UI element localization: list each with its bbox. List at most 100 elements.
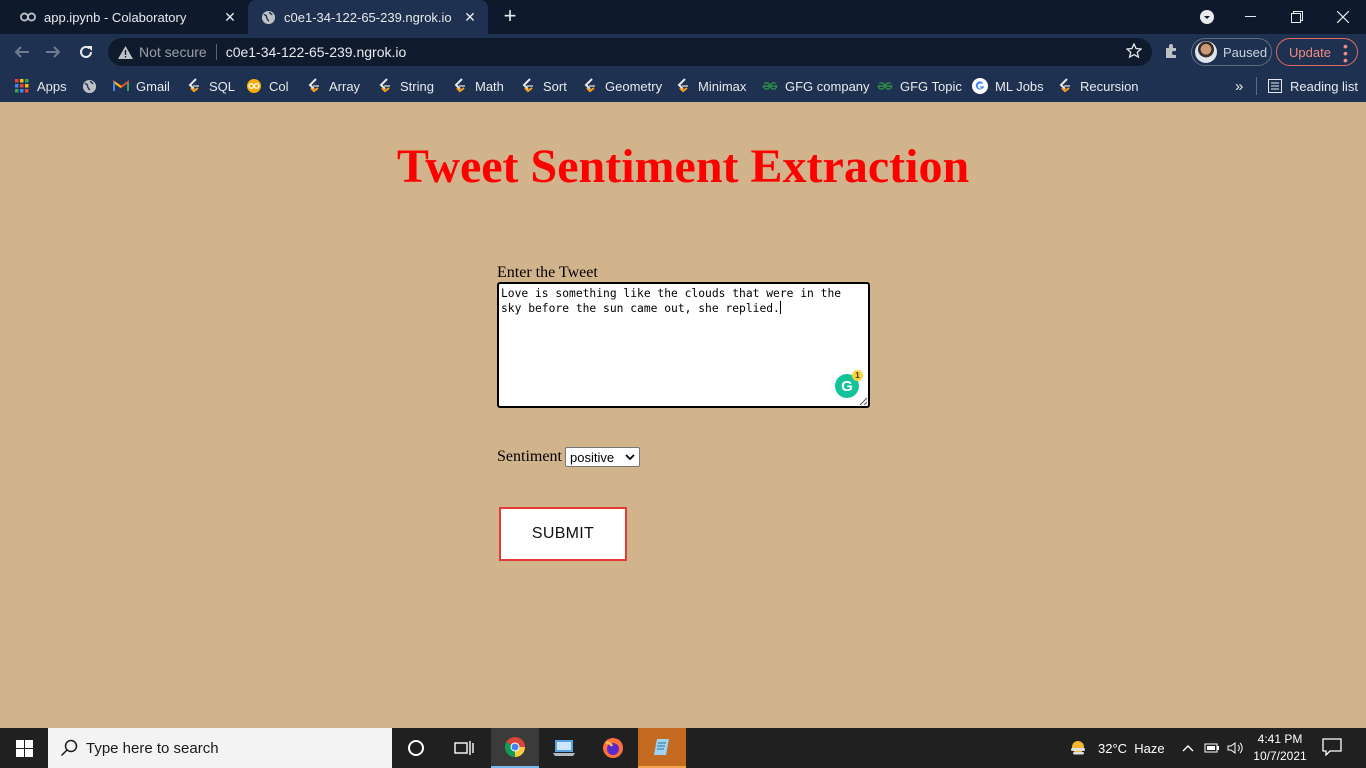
- bookmarks-bar: Apps Gmail SQL Col Array String Math Sor…: [0, 70, 1366, 102]
- bookmark-col[interactable]: Col: [246, 76, 289, 96]
- close-tab-icon[interactable]: ✕: [458, 9, 482, 26]
- bookmark-minimax[interactable]: Minimax: [675, 76, 746, 96]
- bookmark-sql[interactable]: SQL: [186, 76, 235, 96]
- leetcode-icon: [377, 78, 393, 94]
- profile-button[interactable]: Paused: [1191, 38, 1272, 66]
- reading-list-button[interactable]: Reading list: [1267, 76, 1358, 96]
- tray-overflow-icon[interactable]: [1182, 728, 1194, 768]
- cortana-icon[interactable]: [392, 728, 440, 768]
- tweet-textarea[interactable]: Love is something like the clouds that w…: [497, 282, 870, 408]
- grammarly-icon[interactable]: G 1: [835, 370, 863, 398]
- clock-date: 10/7/2021: [1253, 749, 1307, 763]
- grammarly-count-badge: 1: [852, 370, 863, 381]
- leetcode-icon: [582, 78, 598, 94]
- chrome-icon[interactable]: [491, 728, 539, 768]
- globe-icon: [260, 9, 276, 25]
- update-button[interactable]: Update • • •: [1276, 38, 1358, 67]
- reading-list-label: Reading list: [1290, 78, 1358, 94]
- leetcode-icon: [452, 78, 468, 94]
- tab-title: c0e1-34-122-65-239.ngrok.io: [284, 9, 452, 25]
- close-tab-icon[interactable]: ✕: [218, 9, 242, 26]
- profile-status: Paused: [1223, 44, 1268, 60]
- windows-start-icon[interactable]: [0, 728, 48, 768]
- resize-handle-icon[interactable]: [859, 397, 867, 405]
- bookmark-label: Sort: [543, 78, 567, 94]
- bookmark-math[interactable]: Math: [452, 76, 504, 96]
- address-bar[interactable]: Not secure c0e1-34-122-65-239.ngrok.io: [108, 38, 1152, 66]
- taskbar-search-input[interactable]: Type here to search: [48, 728, 392, 768]
- bookmark-globe[interactable]: [81, 76, 104, 96]
- sentiment-label: Sentiment: [497, 448, 562, 465]
- divider: [215, 44, 217, 60]
- bookmark-array[interactable]: Array: [306, 76, 360, 96]
- toolbar: Not secure c0e1-34-122-65-239.ngrok.io P…: [0, 34, 1366, 70]
- notifications-icon[interactable]: [1322, 738, 1342, 760]
- avatar: [1195, 41, 1217, 63]
- bookmark-string[interactable]: String: [377, 76, 434, 96]
- bookmark-star-icon[interactable]: [1125, 42, 1143, 62]
- security-label[interactable]: Not secure: [139, 44, 207, 60]
- leetcode-icon: [306, 78, 322, 94]
- close-window-icon[interactable]: [1320, 0, 1366, 34]
- submit-button[interactable]: SUBMIT: [499, 507, 627, 561]
- page-content: Tweet Sentiment Extraction Enter the Twe…: [0, 102, 1366, 728]
- reload-icon[interactable]: [73, 39, 99, 65]
- tab-ngrok[interactable]: c0e1-34-122-65-239.ngrok.io ✕: [248, 0, 488, 34]
- bookmark-sort[interactable]: Sort: [520, 76, 567, 96]
- warning-icon[interactable]: [118, 45, 133, 59]
- taskbar: Type here to search 32°C Haze 4:41 PM 10…: [0, 728, 1366, 768]
- bookmark-apps[interactable]: Apps: [14, 76, 67, 96]
- notepad-icon[interactable]: [638, 728, 686, 768]
- weather-text: 32°C Haze: [1098, 740, 1165, 756]
- volume-icon[interactable]: [1227, 728, 1245, 768]
- tab-colab[interactable]: app.ipynb - Colaboratory ✕: [0, 0, 248, 34]
- battery-icon[interactable]: [1204, 728, 1220, 768]
- bookmark-label: GFG Topic: [900, 78, 962, 94]
- divider: [1256, 77, 1257, 95]
- task-view-icon[interactable]: [440, 728, 488, 768]
- bookmark-label: SQL: [209, 78, 236, 94]
- sentiment-selected-value: positive: [570, 449, 615, 465]
- bookmark-label: Minimax: [698, 78, 747, 94]
- reading-list-icon: [1267, 78, 1283, 94]
- extensions-icon[interactable]: [1163, 42, 1181, 65]
- leetcode-icon: [520, 78, 536, 94]
- url-text[interactable]: c0e1-34-122-65-239.ngrok.io: [226, 44, 407, 60]
- new-tab-button[interactable]: +: [498, 5, 522, 29]
- bookmarks-overflow-button[interactable]: »: [1235, 76, 1243, 96]
- menu-icon[interactable]: • • •: [1343, 39, 1348, 67]
- page-title: Tweet Sentiment Extraction: [396, 140, 970, 193]
- apps-grid-icon: [14, 78, 30, 94]
- search-placeholder: Type here to search: [86, 739, 219, 757]
- tweet-label: Enter the Tweet: [497, 264, 598, 281]
- bookmark-recursion[interactable]: Recursion: [1057, 76, 1139, 96]
- bookmark-label: Recursion: [1080, 78, 1139, 94]
- bookmark-label: Geometry: [605, 78, 663, 94]
- clock-time: 4:41 PM: [1257, 732, 1303, 746]
- weather-widget[interactable]: 32°C Haze: [1068, 728, 1165, 768]
- back-icon[interactable]: [9, 39, 35, 65]
- file-manager-icon[interactable]: [540, 728, 588, 768]
- minimize-icon[interactable]: [1228, 0, 1274, 34]
- leetcode-icon: [675, 78, 691, 94]
- firefox-icon[interactable]: [589, 728, 637, 768]
- tab-search-icon[interactable]: [1196, 0, 1218, 34]
- tab-title: app.ipynb - Colaboratory: [44, 9, 187, 25]
- weather-icon: [1071, 741, 1085, 755]
- forward-icon[interactable]: [40, 39, 66, 65]
- tweet-text: Love is something like the clouds that w…: [501, 287, 842, 315]
- system-clock[interactable]: 4:41 PM 10/7/2021: [1250, 731, 1310, 765]
- bookmark-gmail[interactable]: Gmail: [113, 76, 170, 96]
- bookmark-gfg-topic[interactable]: GFG Topic: [877, 76, 962, 96]
- colab-icon: [246, 78, 262, 94]
- bookmark-ml-jobs[interactable]: ML Jobs: [972, 76, 1044, 96]
- sentiment-select[interactable]: positive: [565, 447, 640, 467]
- bookmark-label: Col: [269, 78, 289, 94]
- globe-icon: [81, 78, 97, 94]
- bookmark-geometry[interactable]: Geometry: [582, 76, 662, 96]
- text-cursor: [779, 301, 781, 314]
- bookmark-gfg-company[interactable]: GFG company: [762, 76, 870, 96]
- restore-icon[interactable]: [1274, 0, 1320, 34]
- bookmark-label: Apps: [37, 78, 67, 94]
- leetcode-icon: [1057, 78, 1073, 94]
